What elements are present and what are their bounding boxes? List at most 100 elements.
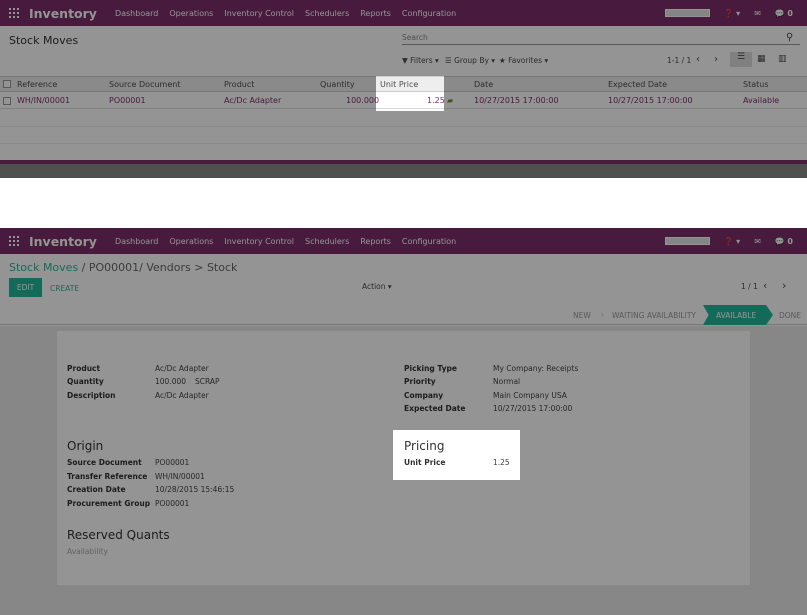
label-product: Product bbox=[67, 364, 101, 373]
menu-reports[interactable]: Reports bbox=[360, 9, 391, 18]
col-source[interactable]: Source Document bbox=[109, 80, 180, 89]
menu-operations[interactable]: Operations bbox=[169, 9, 213, 18]
col-expected[interactable]: Expected Date bbox=[608, 80, 667, 89]
menu-schedulers-2[interactable]: Schedulers bbox=[305, 237, 349, 246]
breadcrumb-current: PO00001/ Vendors > Stock bbox=[88, 261, 238, 274]
origin-title: Origin bbox=[67, 439, 104, 453]
select-all-checkbox[interactable] bbox=[3, 80, 11, 88]
help-icon-2[interactable]: ❓ ▾ bbox=[724, 237, 741, 246]
action-button[interactable]: Action ▾ bbox=[362, 282, 392, 291]
row-status: Available bbox=[743, 96, 780, 105]
search-icon[interactable]: ⚲ bbox=[786, 32, 793, 43]
gray-strip bbox=[0, 164, 807, 178]
value-transfer-reference[interactable]: WH/IN/00001 bbox=[155, 472, 205, 481]
row-checkbox[interactable] bbox=[3, 96, 11, 105]
stage-sep-1: › bbox=[600, 308, 605, 321]
menu-inventory-control[interactable]: Inventory Control bbox=[224, 9, 294, 18]
form-control-panel: Stock Moves / PO00001/ Vendors > Stock C… bbox=[0, 254, 807, 305]
label-transfer-reference: Transfer Reference bbox=[67, 472, 148, 481]
row-date: 10/27/2015 17:00:00 bbox=[474, 96, 559, 105]
menu-reports-2[interactable]: Reports bbox=[360, 237, 391, 246]
menu-schedulers[interactable]: Schedulers bbox=[305, 9, 349, 18]
status-bar: NEW › WAITING AVAILABILITY AVAILABLE DON… bbox=[0, 305, 807, 325]
cart-icon[interactable]: ▰ bbox=[447, 96, 453, 105]
label-creation-date: Creation Date bbox=[67, 485, 126, 494]
col-product[interactable]: Product bbox=[224, 80, 254, 89]
help-icon[interactable]: ❓ ▾ bbox=[724, 9, 741, 18]
brand[interactable]: Inventory bbox=[29, 6, 97, 21]
prev-icon-2[interactable]: ‹ bbox=[763, 279, 767, 292]
main-menu: Dashboard Operations Inventory Control Sche… bbox=[115, 9, 467, 18]
value-description: Ac/Dc Adapter bbox=[155, 391, 209, 400]
top-nav-2: Inventory Dashboard Operations Inventory C… bbox=[0, 228, 807, 254]
graph-view-icon[interactable]: ▥ bbox=[778, 54, 787, 64]
apps-grid-icon-2[interactable] bbox=[9, 236, 19, 246]
stage-waiting[interactable]: WAITING AVAILABILITY bbox=[612, 311, 696, 320]
label-unit-price: Unit Price bbox=[404, 458, 446, 467]
breadcrumb-root[interactable]: Stock Moves bbox=[9, 261, 78, 274]
label-expected-date: Expected Date bbox=[404, 404, 466, 413]
msg-count-2: 0 bbox=[787, 236, 793, 246]
apps-grid-icon[interactable] bbox=[9, 8, 19, 18]
stage-new[interactable]: NEW bbox=[573, 311, 591, 320]
empty-rows bbox=[0, 110, 807, 160]
row-quantity: 100.000 bbox=[346, 96, 380, 105]
stage-done[interactable]: DONE bbox=[779, 311, 801, 320]
label-procurement-group: Procurement Group bbox=[67, 499, 151, 508]
user-bar[interactable] bbox=[664, 9, 710, 17]
menu-dashboard[interactable]: Dashboard bbox=[115, 9, 158, 18]
main-menu-2: Dashboard Operations Inventory Control Sche… bbox=[115, 237, 467, 246]
menu-operations-2[interactable]: Operations bbox=[169, 237, 213, 246]
col-reference[interactable]: Reference bbox=[17, 80, 57, 89]
col-unit-price[interactable]: Unit Price bbox=[380, 80, 418, 89]
next-icon[interactable]: › bbox=[714, 54, 718, 65]
list-view-icon[interactable]: ☰ bbox=[730, 52, 752, 67]
chat-icon-2[interactable]: 💬 0 bbox=[775, 237, 793, 246]
value-picking-type[interactable]: My Company: Receipts bbox=[493, 364, 578, 373]
row-product: Ac/Dc Adapter bbox=[224, 96, 282, 105]
next-icon-2[interactable]: › bbox=[782, 279, 786, 292]
brand-2[interactable]: Inventory bbox=[29, 234, 97, 249]
groupby-button[interactable]: ☰ Group By ▾ bbox=[445, 56, 495, 65]
value-product[interactable]: Ac/Dc Adapter bbox=[155, 364, 209, 373]
menu-dashboard-2[interactable]: Dashboard bbox=[115, 237, 158, 246]
scrap-button[interactable]: SCRAP bbox=[195, 377, 220, 386]
row-source: PO00001 bbox=[109, 96, 146, 105]
menu-inventory-control-2[interactable]: Inventory Control bbox=[224, 237, 294, 246]
chat-icon[interactable]: 💬 0 bbox=[775, 9, 793, 18]
action-label: Action bbox=[362, 282, 386, 291]
prev-icon[interactable]: ‹ bbox=[696, 54, 700, 65]
search-input[interactable]: Search bbox=[402, 33, 800, 45]
list-pager[interactable]: 1-1 / 1 bbox=[667, 56, 691, 65]
value-source-document: PO00001 bbox=[155, 458, 190, 467]
pivot-view-icon[interactable]: ▦ bbox=[757, 54, 766, 64]
menu-configuration[interactable]: Configuration bbox=[402, 9, 456, 18]
stage-available[interactable]: AVAILABLE bbox=[716, 311, 756, 320]
pricing-title: Pricing bbox=[404, 439, 445, 453]
row-reference: WH/IN/00001 bbox=[17, 96, 71, 105]
menu-configuration-2[interactable]: Configuration bbox=[402, 237, 456, 246]
mail-icon[interactable]: ✉ bbox=[754, 9, 761, 18]
label-priority: Priority bbox=[404, 377, 436, 386]
create-button[interactable]: CREATE bbox=[50, 284, 79, 293]
value-procurement-group[interactable]: PO00001 bbox=[155, 499, 189, 508]
col-quantity[interactable]: Quantity bbox=[320, 80, 355, 89]
filters-button[interactable]: ▼ Filters ▾ bbox=[402, 56, 439, 65]
label-description: Description bbox=[67, 391, 116, 400]
value-company[interactable]: Main Company USA bbox=[493, 391, 567, 400]
breadcrumb: Stock Moves / PO00001/ Vendors > Stock bbox=[9, 261, 238, 274]
top-nav-1: Inventory Dashboard Operations Inventory C… bbox=[0, 0, 807, 26]
label-quantity: Quantity bbox=[67, 377, 104, 386]
col-status[interactable]: Status bbox=[743, 80, 769, 89]
form-pager[interactable]: 1 / 1 bbox=[741, 282, 758, 291]
col-date[interactable]: Date bbox=[474, 80, 493, 89]
user-bar-2[interactable] bbox=[664, 237, 710, 245]
page-title: Stock Moves bbox=[9, 34, 79, 47]
value-priority: Normal bbox=[493, 377, 521, 386]
control-panel: Stock Moves Search ⚲ ▼ Filters ▾ ☰ Group… bbox=[0, 26, 807, 76]
table-row[interactable]: WH/IN/00001 PO00001 Ac/Dc Adapter 100.00… bbox=[0, 93, 807, 109]
favorites-label: Favorites bbox=[508, 56, 542, 65]
favorites-button[interactable]: ★ Favorites ▾ bbox=[499, 56, 548, 65]
mail-icon-2[interactable]: ✉ bbox=[754, 237, 761, 246]
edit-button[interactable]: EDIT bbox=[9, 278, 42, 297]
